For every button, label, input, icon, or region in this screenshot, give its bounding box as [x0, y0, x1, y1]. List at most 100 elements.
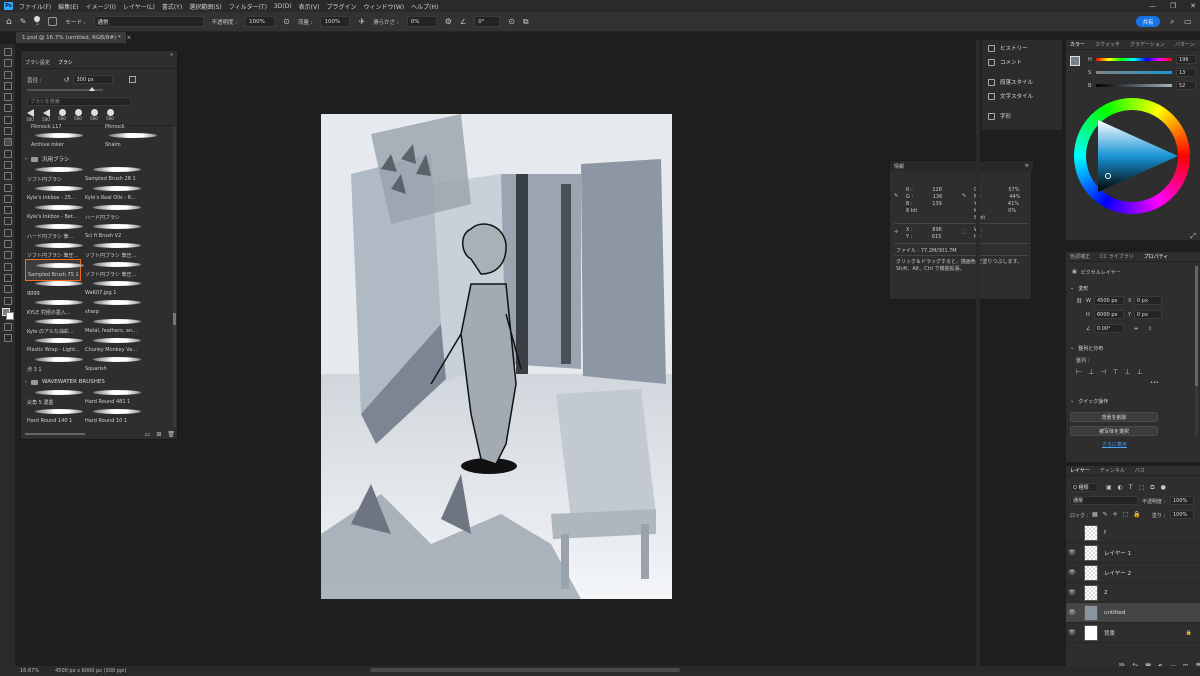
tab-properties[interactable]: プロパティ	[1144, 253, 1169, 260]
brush-item[interactable]: Archive Inker	[25, 130, 95, 152]
brush-item[interactable]: Hard Round 140 1	[25, 406, 83, 428]
visibility-eye-icon[interactable]: 👁	[1066, 569, 1078, 576]
move-tool-icon[interactable]	[3, 48, 12, 56]
fill-field[interactable]: 100%	[1170, 510, 1194, 519]
blend-mode-select[interactable]: 通常	[1070, 496, 1138, 505]
show-more-link[interactable]: さらに表示	[1102, 441, 1127, 448]
pressure-opacity-icon[interactable]: ⊙	[283, 17, 290, 26]
more-options-icon[interactable]: •••	[1150, 380, 1159, 386]
magic-wand-tool-icon[interactable]	[3, 81, 12, 90]
menu-plugins[interactable]: プラグイン	[326, 2, 356, 11]
color-swatches[interactable]	[1, 307, 14, 320]
tab-color[interactable]: カラー	[1070, 41, 1085, 48]
smoothing-field[interactable]: 0%	[406, 16, 437, 27]
healing-tool-icon[interactable]	[3, 127, 12, 136]
layer-row[interactable]: 👁 2	[1066, 583, 1200, 603]
layer-filter-select[interactable]: Q 種類	[1070, 483, 1098, 492]
tab-paths[interactable]: パス	[1135, 467, 1145, 474]
align-bottom-icon[interactable]: ⊥	[1137, 368, 1143, 376]
brush-size-preset[interactable]: 5	[34, 16, 41, 27]
new-group-icon[interactable]: ▭	[145, 431, 151, 438]
link-icon[interactable]: ⛓	[1076, 298, 1082, 304]
align-top-icon[interactable]: ⊤	[1112, 368, 1118, 376]
align-section[interactable]: ⌄ 整列と分布	[1070, 345, 1103, 352]
search-icon[interactable]: ⌕	[1170, 17, 1174, 27]
panel-collapse-icon[interactable]: «	[170, 52, 173, 58]
menu-help[interactable]: ヘルプ(H)	[411, 2, 438, 11]
history-item[interactable]: ヒストリー	[988, 44, 1028, 52]
angle-field[interactable]: 0°	[474, 16, 501, 27]
type-tool-icon[interactable]	[3, 228, 12, 237]
zoom-tool-icon[interactable]	[3, 273, 12, 282]
brush-tool-icon[interactable]: ✎	[20, 17, 27, 26]
share-button[interactable]: 共有	[1136, 16, 1160, 27]
close-tab-icon[interactable]: ×	[127, 35, 132, 41]
layer-row[interactable]: f	[1066, 523, 1200, 543]
maximize-button[interactable]: ❐	[1170, 2, 1176, 10]
h-field[interactable]: 196	[1176, 55, 1196, 64]
lock-all-icon[interactable]: 🔒	[1133, 511, 1140, 518]
eyedropper-tool-icon[interactable]	[3, 115, 12, 124]
align-center-icon[interactable]: ⊥	[1088, 368, 1094, 376]
lasso-tool-icon[interactable]	[3, 70, 12, 79]
close-button[interactable]: ✕	[1190, 2, 1196, 10]
size-slider[interactable]	[27, 87, 103, 91]
workspace-icon[interactable]: ▭	[1184, 17, 1192, 26]
minimize-button[interactable]: —	[1149, 2, 1156, 10]
marquee-tool-icon[interactable]	[3, 59, 12, 68]
preview-size-slider[interactable]	[25, 433, 85, 435]
brush-scrollbar[interactable]	[173, 127, 176, 427]
flip-vertical-icon[interactable]: ⇳	[1148, 326, 1152, 332]
tab-brush-settings[interactable]: ブラシ設定	[25, 59, 50, 68]
lock-artboard-icon[interactable]: ⬚	[1123, 511, 1129, 518]
tab-adjustments[interactable]: 色調補正	[1070, 253, 1090, 260]
align-left-icon[interactable]: ⊢	[1076, 368, 1082, 376]
gradient-tool-icon[interactable]	[3, 183, 12, 192]
history-brush-icon[interactable]	[3, 160, 12, 169]
visibility-eye-icon[interactable]: 👁	[1066, 629, 1078, 636]
glyphs-item[interactable]: 字形	[988, 112, 1011, 120]
screen-mode-icon[interactable]	[3, 334, 12, 343]
new-brush-icon[interactable]: ⊞	[156, 431, 161, 438]
frame-tool-icon[interactable]	[3, 104, 12, 113]
comments-item[interactable]: コメント	[988, 58, 1022, 66]
hand-tool-icon[interactable]	[3, 262, 12, 271]
filter-type-icon[interactable]: T	[1129, 484, 1133, 492]
brush-item[interactable]: 渋 3 1	[25, 354, 83, 376]
brush-settings-icon[interactable]	[48, 17, 58, 26]
align-middle-icon[interactable]: ⊥	[1124, 368, 1130, 376]
dock-divider[interactable]	[976, 40, 980, 666]
dodge-tool-icon[interactable]	[3, 206, 12, 215]
filter-adjust-icon[interactable]: ◐	[1118, 484, 1123, 492]
panel-menu-icon[interactable]: ≡	[1025, 163, 1029, 169]
brush-group-general[interactable]: › 汎用ブラシ	[25, 154, 175, 164]
tab-cc-libraries[interactable]: CC ライブラリ	[1100, 253, 1134, 260]
h-field[interactable]: 6000 px	[1094, 310, 1124, 319]
gear-icon[interactable]: ⚙	[445, 17, 452, 26]
tab-channels[interactable]: チャンネル	[1100, 467, 1125, 474]
menu-view[interactable]: 表示(V)	[299, 2, 320, 11]
layer-row[interactable]: 👁 レイヤー 1	[1066, 543, 1200, 563]
airbrush-icon[interactable]: ✈	[358, 17, 365, 26]
swap-colors-icon[interactable]	[3, 296, 12, 305]
size-field[interactable]: 300 px	[73, 75, 114, 84]
filter-toggle-icon[interactable]: ●	[1161, 484, 1166, 492]
document-tab[interactable]: 1.psd @ 16.7% (untitled, RGB/8#) * ×	[16, 32, 131, 44]
align-right-icon[interactable]: ⊣	[1100, 368, 1106, 376]
layer-row[interactable]: 👁 レイヤー 2	[1066, 563, 1200, 583]
crop-tool-icon[interactable]	[3, 93, 12, 102]
brush-group-wavewater[interactable]: › WAVEWATER BRUSHES	[25, 377, 175, 387]
filter-pixel-icon[interactable]: ▣	[1106, 484, 1112, 492]
trash-icon[interactable]: 🗑	[167, 431, 175, 438]
lock-position-icon[interactable]: ✛	[1113, 511, 1118, 518]
eraser-tool-icon[interactable]	[3, 172, 12, 181]
select-subject-button[interactable]: 被写体を選択	[1070, 426, 1158, 436]
menu-select[interactable]: 選択範囲(S)	[189, 2, 222, 11]
remove-background-button[interactable]: 背景を削除	[1070, 412, 1158, 422]
brightness-slider[interactable]	[1096, 84, 1172, 87]
lock-pixels-icon[interactable]: ✎	[1103, 511, 1108, 518]
menu-edit[interactable]: 編集(E)	[58, 2, 78, 11]
transform-section[interactable]: ⌄ 変形	[1070, 285, 1088, 292]
paragraph-styles-item[interactable]: 段落スタイル	[988, 78, 1033, 86]
zoom-level[interactable]: 16.67%	[20, 668, 39, 674]
